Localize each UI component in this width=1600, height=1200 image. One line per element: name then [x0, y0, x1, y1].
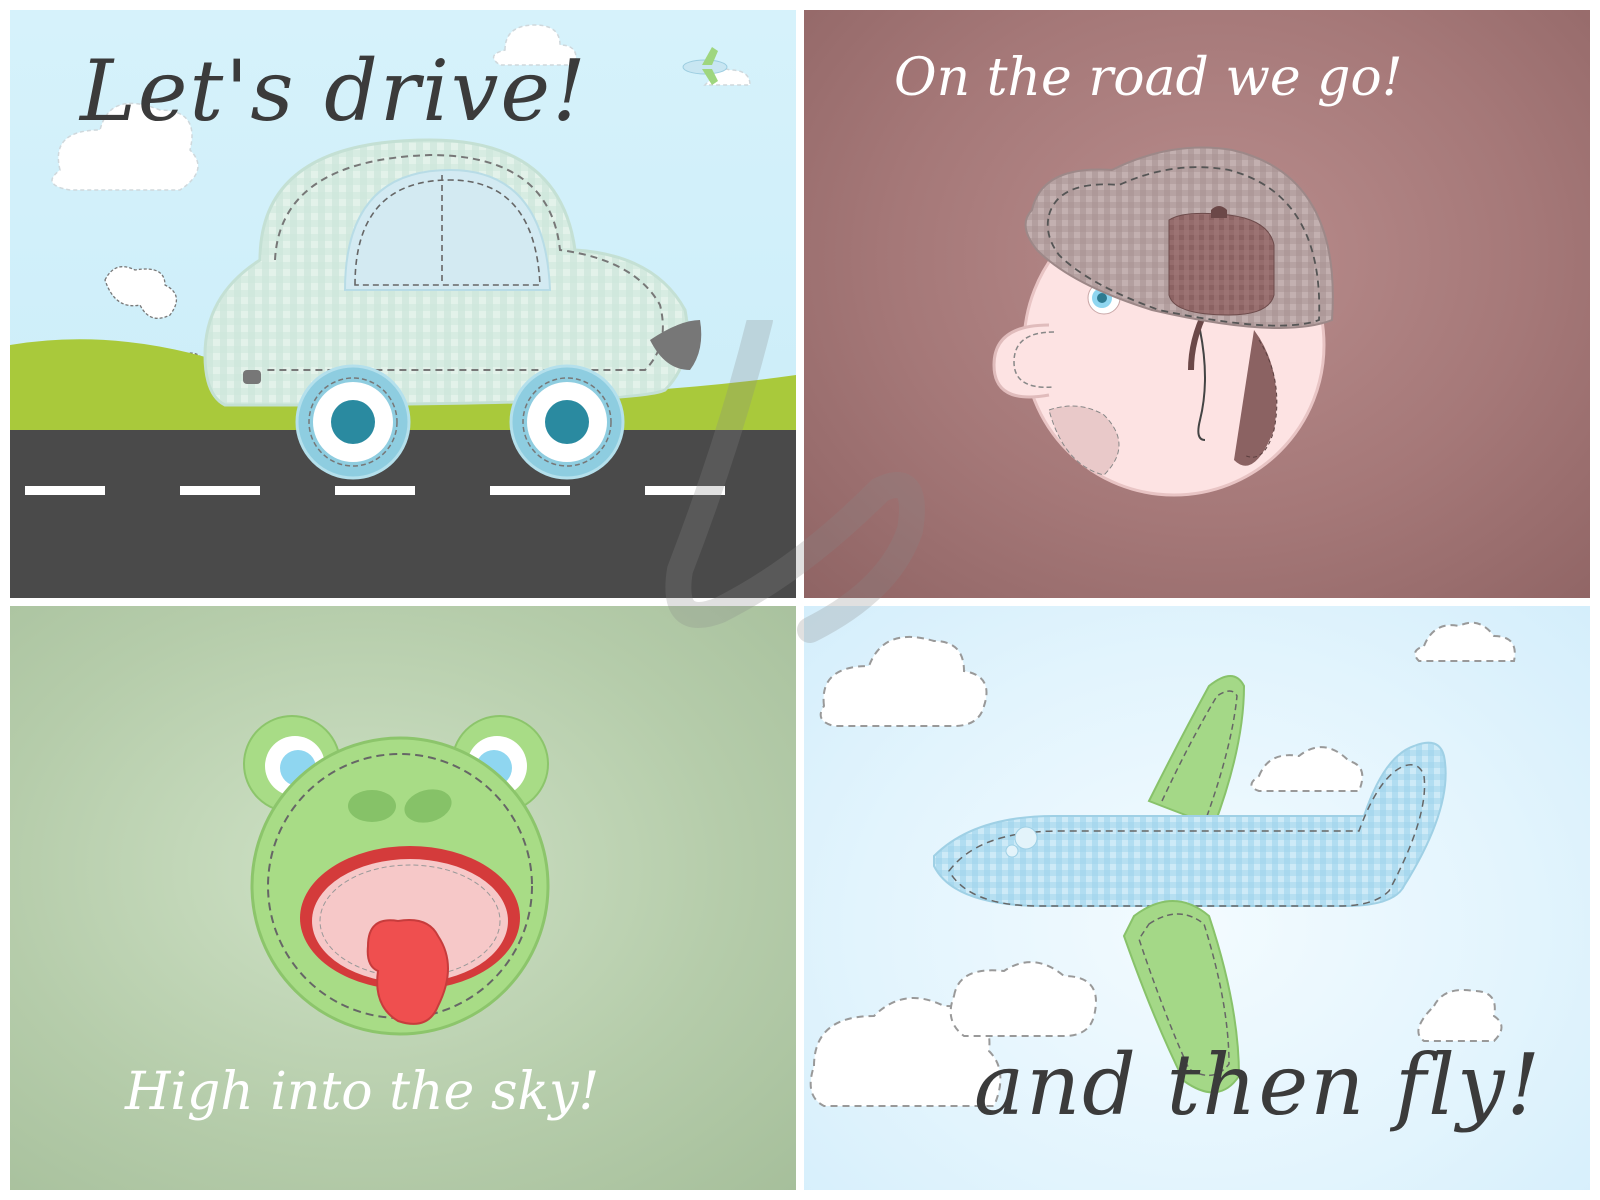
frog-icon: [243, 715, 550, 1036]
caption-on-the-road: On the road we go!: [894, 48, 1403, 108]
panel-divider-horizontal: [0, 600, 1600, 604]
plane-top-wing: [1147, 675, 1246, 828]
panel-man: On the road we go!: [804, 10, 1590, 598]
panel-car: Let's drive!: [10, 10, 796, 598]
wheel-rear-icon: [509, 364, 625, 480]
nose-icon: [992, 323, 1050, 399]
road: [10, 430, 796, 598]
panel-plane: and then fly!: [804, 606, 1590, 1190]
caption-lets-drive: Let's drive!: [80, 42, 588, 140]
caption-and-then-fly: and then fly!: [974, 1036, 1543, 1134]
wheel-front-icon: [295, 364, 411, 480]
exhaust-pipe: [243, 370, 261, 384]
car-icon: [203, 138, 702, 407]
panel-frog: High into the sky!: [10, 606, 796, 1190]
frog-nostril: [348, 790, 396, 822]
caption-high-into-sky: High into the sky!: [125, 1062, 600, 1122]
